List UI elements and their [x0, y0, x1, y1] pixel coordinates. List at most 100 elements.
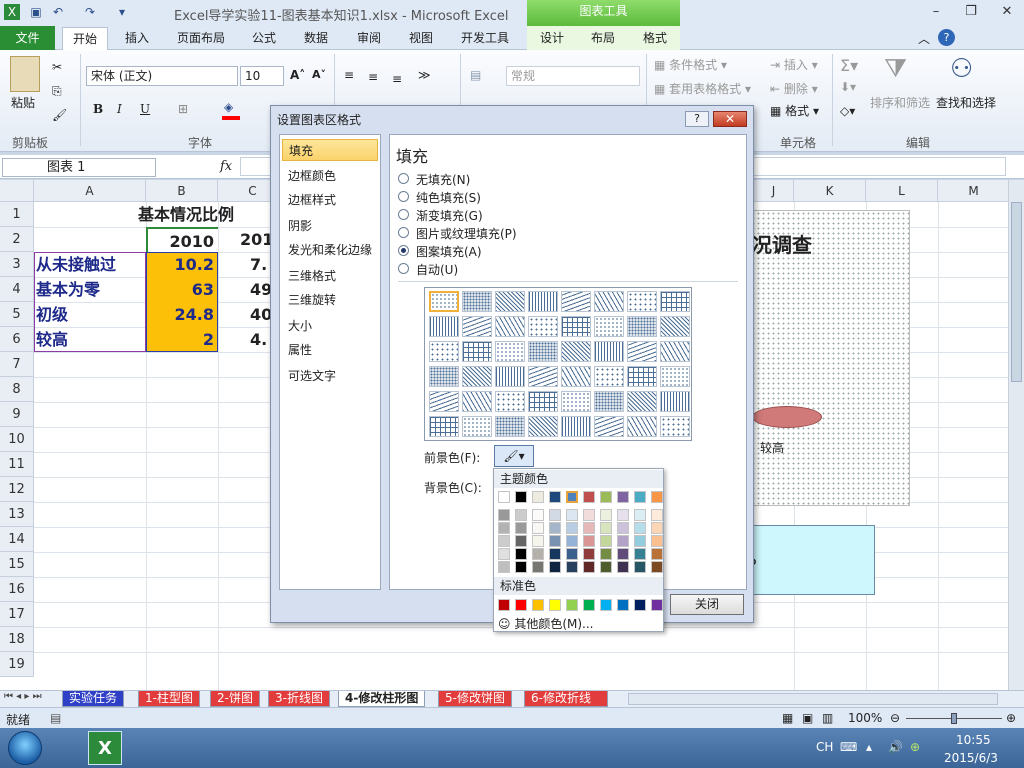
- sheet-tab-active[interactable]: 4-修改柱形图: [338, 691, 426, 707]
- pattern-swatch[interactable]: [561, 366, 591, 387]
- copy-icon[interactable]: ⎘: [52, 84, 62, 99]
- theme-shade-swatch[interactable]: [515, 548, 527, 560]
- row-header[interactable]: 11: [0, 452, 34, 477]
- text-box[interactable]: 。: [745, 525, 875, 595]
- cell-c3[interactable]: 7.: [218, 252, 270, 277]
- binoculars-icon[interactable]: ⚇: [950, 54, 973, 84]
- paste-label[interactable]: 粘贴: [11, 94, 35, 111]
- row-header[interactable]: 10: [0, 427, 34, 452]
- standard-color-swatch[interactable]: [651, 599, 663, 611]
- cell-c4[interactable]: 49.: [218, 277, 278, 302]
- theme-shade-swatch[interactable]: [566, 561, 578, 573]
- theme-color-swatch[interactable]: [651, 491, 663, 503]
- row-header[interactable]: 15: [0, 552, 34, 577]
- pattern-swatch[interactable]: [561, 391, 591, 412]
- radio-pattern-fill[interactable]: [398, 245, 409, 256]
- theme-shade-swatch[interactable]: [583, 548, 595, 560]
- font-size-select[interactable]: 10: [240, 66, 284, 86]
- pattern-swatch[interactable]: [462, 316, 492, 337]
- insert-cells-button[interactable]: ⇥ 插入 ▾: [770, 56, 818, 73]
- foreground-color-button[interactable]: 🖌▾: [494, 445, 534, 467]
- cell-b3[interactable]: 10.2: [146, 252, 218, 277]
- theme-shade-swatch[interactable]: [634, 509, 646, 521]
- collapse-ribbon-icon[interactable]: ︿: [918, 30, 932, 47]
- radio-gradient-fill[interactable]: [398, 209, 409, 220]
- standard-color-swatch[interactable]: [634, 599, 646, 611]
- vertical-scrollbar[interactable]: [1008, 180, 1024, 690]
- cell-c2[interactable]: 201: [218, 227, 273, 252]
- sheet-tab[interactable]: 1-柱型图: [138, 691, 200, 707]
- tab-formulas[interactable]: 公式: [244, 27, 284, 50]
- restore-button[interactable]: ❐: [960, 3, 982, 21]
- pattern-swatch[interactable]: [660, 291, 690, 312]
- paste-icon[interactable]: [10, 56, 40, 92]
- theme-shade-swatch[interactable]: [651, 535, 663, 547]
- more-colors-option[interactable]: ☺ 其他颜色(M)...: [498, 615, 594, 632]
- volume-icon[interactable]: 🔊: [888, 740, 903, 754]
- theme-color-swatch[interactable]: [566, 491, 578, 503]
- radio-no-fill[interactable]: [398, 173, 409, 184]
- theme-shade-swatch[interactable]: [634, 522, 646, 534]
- pattern-swatch[interactable]: [495, 391, 525, 412]
- cell-b4[interactable]: 63: [146, 277, 218, 302]
- clock-date[interactable]: 2015/6/3: [944, 751, 998, 765]
- theme-shade-swatch[interactable]: [532, 535, 544, 547]
- theme-shade-swatch[interactable]: [634, 548, 646, 560]
- radio-picture-texture-fill-label[interactable]: 图片或纹理填充(P): [416, 225, 517, 242]
- standard-color-swatch[interactable]: [549, 599, 561, 611]
- standard-color-swatch[interactable]: [583, 599, 595, 611]
- pattern-swatch[interactable]: [429, 366, 459, 387]
- pattern-swatch[interactable]: [627, 316, 657, 337]
- nav-alt-text[interactable]: 可选文字: [282, 365, 378, 387]
- sheet-tab[interactable]: 实验任务: [62, 691, 125, 707]
- theme-shade-swatch[interactable]: [549, 535, 561, 547]
- underline-button[interactable]: U: [140, 102, 150, 116]
- pattern-swatch[interactable]: [462, 416, 492, 437]
- theme-shade-swatch[interactable]: [498, 522, 510, 534]
- nav-properties[interactable]: 属性: [282, 339, 378, 361]
- format-painter-icon[interactable]: 🖌: [52, 108, 67, 122]
- pattern-swatch[interactable]: [561, 341, 591, 362]
- theme-shade-swatch[interactable]: [498, 509, 510, 521]
- row-header[interactable]: 6: [0, 327, 34, 352]
- pattern-swatch[interactable]: [594, 391, 624, 412]
- tab-file[interactable]: 文件: [0, 26, 55, 50]
- pattern-swatch[interactable]: [429, 391, 459, 412]
- align-bottom-icon[interactable]: ≡: [392, 72, 402, 86]
- theme-shade-swatch[interactable]: [583, 522, 595, 534]
- sheet-tab[interactable]: 6-修改折线: [524, 691, 608, 707]
- dialog-help-button[interactable]: ?: [685, 111, 709, 127]
- row-label-cell[interactable]: 初级: [36, 302, 146, 327]
- redo-icon[interactable]: ↷: [82, 4, 98, 20]
- zoom-slider-thumb[interactable]: [951, 713, 957, 724]
- nav-border-style[interactable]: 边框样式: [282, 189, 378, 211]
- nav-size[interactable]: 大小: [282, 315, 378, 337]
- sheet-title-cell[interactable]: 基本情况比例: [138, 202, 268, 227]
- theme-shade-swatch[interactable]: [515, 535, 527, 547]
- theme-color-swatch[interactable]: [617, 491, 629, 503]
- theme-shade-swatch[interactable]: [549, 548, 561, 560]
- pattern-swatch[interactable]: [429, 416, 459, 437]
- borders-icon[interactable]: ⊞: [178, 102, 188, 116]
- theme-shade-swatch[interactable]: [634, 561, 646, 573]
- zoom-out-icon[interactable]: ⊖: [890, 711, 900, 725]
- customize-qat-icon[interactable]: ▾: [114, 4, 130, 20]
- sort-filter-icon[interactable]: ⧩: [884, 54, 907, 85]
- bold-button[interactable]: B: [93, 102, 103, 116]
- save-icon[interactable]: ▣: [28, 4, 44, 20]
- tab-data[interactable]: 数据: [296, 27, 336, 50]
- nav-border-color[interactable]: 边框颜色: [282, 165, 378, 187]
- pattern-swatch[interactable]: [660, 416, 690, 437]
- cell-b5[interactable]: 24.8: [146, 302, 218, 327]
- theme-shade-swatch[interactable]: [651, 561, 663, 573]
- nav-glow-soft-edges[interactable]: 发光和柔化边缘: [282, 239, 378, 261]
- pattern-swatch[interactable]: [561, 291, 591, 312]
- row-header[interactable]: 9: [0, 402, 34, 427]
- horizontal-scrollbar[interactable]: [628, 693, 998, 705]
- standard-color-swatch[interactable]: [498, 599, 510, 611]
- radio-automatic[interactable]: [398, 263, 409, 274]
- column-header-l[interactable]: L: [866, 180, 938, 202]
- row-header[interactable]: 4: [0, 277, 34, 302]
- excel-app-icon[interactable]: X: [4, 4, 20, 20]
- pattern-swatch[interactable]: [594, 341, 624, 362]
